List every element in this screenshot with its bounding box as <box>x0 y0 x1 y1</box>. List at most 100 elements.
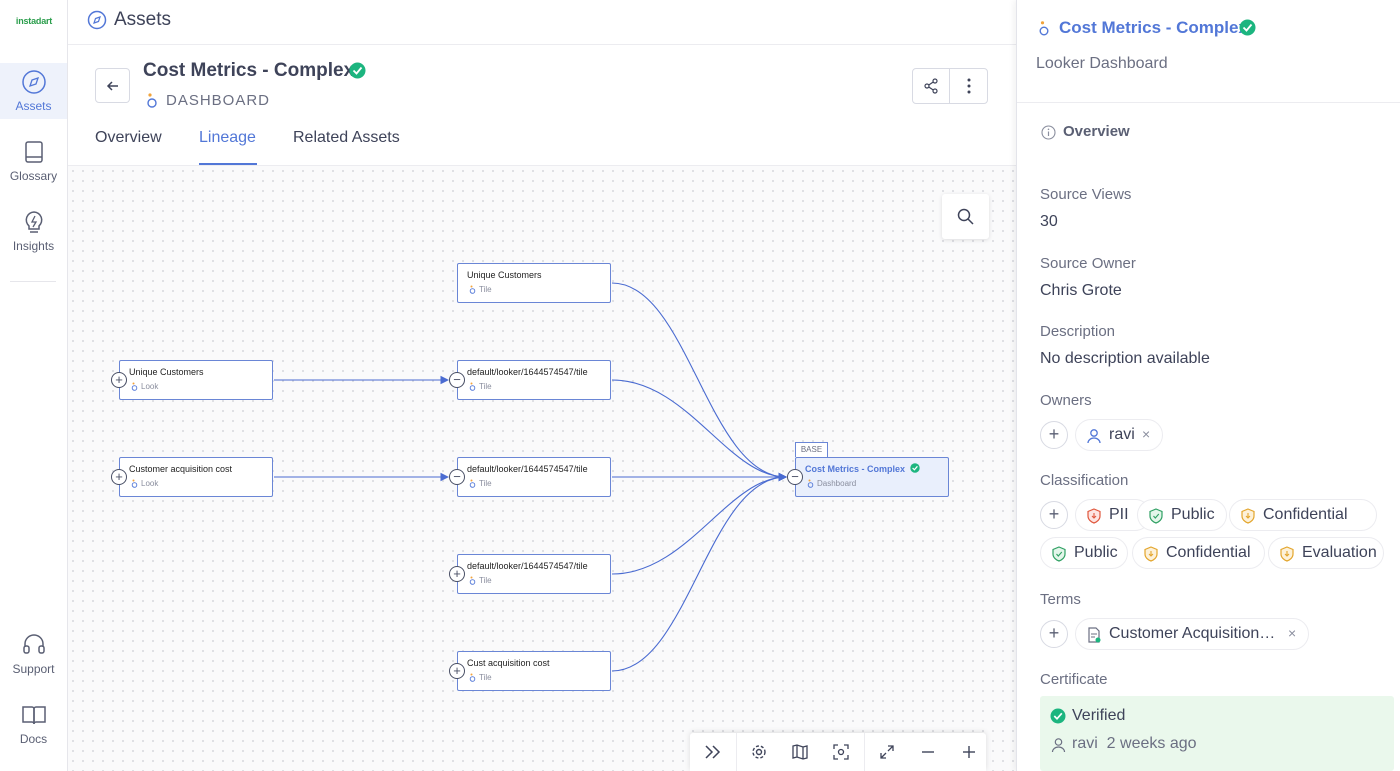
add-owner-button[interactable]: + <box>1040 421 1068 449</box>
source-owner-value: Chris Grote <box>1040 282 1122 299</box>
description-value[interactable]: No description available <box>1040 350 1210 368</box>
back-button[interactable] <box>95 68 130 103</box>
node-type: Dashboard <box>817 479 857 488</box>
panel-subtitle: Looker Dashboard <box>1036 55 1168 72</box>
shield-icon <box>1052 546 1066 562</box>
node-title: default/looker/1644574547/tile <box>467 367 588 377</box>
expand-upstream-button[interactable]: + <box>449 566 465 582</box>
expand-upstream-button[interactable]: + <box>449 663 465 679</box>
tab-related-assets[interactable]: Related Assets <box>293 129 400 147</box>
collapse-upstream-button[interactable]: − <box>787 469 803 485</box>
classification-label: Classification <box>1040 472 1129 489</box>
lineage-canvas[interactable]: Unique Customers Tile Unique Customers L… <box>68 166 1016 771</box>
zoom-out-button[interactable] <box>907 733 948 771</box>
terms-label: Terms <box>1040 591 1081 608</box>
compass-icon <box>87 10 107 30</box>
node-title: Customer acquisition cost <box>129 464 233 474</box>
canvas-toolbar <box>690 733 986 771</box>
nav-item-assets[interactable]: Assets <box>0 63 67 119</box>
classification-name: PII <box>1109 506 1129 523</box>
lineage-node[interactable]: Cust acquisition cost Tile <box>457 651 611 691</box>
nav-item-docs[interactable]: Docs <box>0 696 67 752</box>
classification-chip[interactable]: Public <box>1040 537 1128 569</box>
node-title: default/looker/1644574547/tile <box>467 464 588 474</box>
focus-icon <box>832 744 849 760</box>
certificate-user: ravi <box>1072 735 1098 752</box>
node-type: Tile <box>479 285 492 294</box>
open-book-icon <box>21 706 46 725</box>
owner-chip[interactable]: ravi × <box>1075 419 1163 451</box>
source-views-label: Source Views <box>1040 186 1132 203</box>
owners-label: Owners <box>1040 392 1092 409</box>
expand-upstream-button[interactable]: + <box>111 372 127 388</box>
remove-term-icon[interactable]: × <box>1288 625 1296 641</box>
add-classification-button[interactable]: + <box>1040 501 1068 529</box>
remove-owner-icon[interactable]: × <box>1142 426 1150 442</box>
share-icon <box>924 78 938 94</box>
shield-icon <box>1144 546 1158 562</box>
zoom-in-button[interactable] <box>948 733 989 771</box>
collapse-upstream-button[interactable]: − <box>449 469 465 485</box>
classification-chip[interactable]: Evaluation <box>1268 537 1384 569</box>
classification-chip[interactable]: Confidential <box>1229 499 1377 531</box>
fit-view-button[interactable] <box>820 733 861 771</box>
verified-icon <box>1050 708 1066 724</box>
owner-name: ravi <box>1109 426 1135 443</box>
lineage-node[interactable]: Unique Customers Look <box>119 360 273 400</box>
kebab-menu-icon <box>967 78 970 94</box>
nav-item-insights[interactable]: Insights <box>0 203 67 259</box>
shield-icon <box>1241 508 1255 524</box>
active-tab-indicator <box>199 163 257 165</box>
nav-item-support[interactable]: Support <box>0 626 67 682</box>
page-title: Assets <box>114 9 172 30</box>
lineage-node[interactable]: Unique Customers Tile <box>457 263 611 303</box>
node-title: Unique Customers <box>467 270 542 280</box>
classification-chip[interactable]: Confidential <box>1132 537 1265 569</box>
expand-icon <box>879 745 894 759</box>
verified-icon <box>1239 19 1256 36</box>
share-button[interactable] <box>913 69 950 103</box>
node-title: Cost Metrics - Complex <box>805 464 906 474</box>
certificate-box[interactable]: Verified ravi 2 weeks ago <box>1040 696 1394 771</box>
lineage-node[interactable]: default/looker/1644574547/tile Tile <box>457 360 611 400</box>
more-options-button[interactable] <box>950 69 987 103</box>
nav-label-support: Support <box>12 662 55 676</box>
compass-icon <box>21 70 46 94</box>
panel-title[interactable]: Cost Metrics - Complex <box>1059 18 1248 38</box>
looker-icon <box>1039 21 1049 36</box>
lineage-node[interactable]: Customer acquisition cost Look <box>119 457 273 497</box>
source-views-value: 30 <box>1040 213 1058 230</box>
nav-item-glossary[interactable]: Glossary <box>0 133 67 189</box>
expand-upstream-button[interactable]: + <box>111 469 127 485</box>
verified-icon <box>910 463 920 473</box>
shield-icon <box>1280 546 1294 562</box>
collapse-upstream-button[interactable]: − <box>449 372 465 388</box>
user-icon <box>1087 429 1101 444</box>
lineage-node[interactable]: default/looker/1644574547/tile Tile <box>457 457 611 497</box>
node-type: Tile <box>479 479 492 488</box>
term-chip[interactable]: Customer Acquisition… × <box>1075 618 1309 650</box>
gear-icon <box>751 745 766 759</box>
add-term-button[interactable]: + <box>1040 620 1068 648</box>
settings-button[interactable] <box>738 733 779 771</box>
lineage-base-node[interactable]: Cost Metrics - Complex Dashboard <box>795 457 949 497</box>
minimap-button[interactable] <box>779 733 820 771</box>
expand-panel-button[interactable] <box>692 733 733 771</box>
node-title: Unique Customers <box>129 367 204 377</box>
looker-icon <box>147 93 157 108</box>
app-logo[interactable]: instadart <box>0 16 68 26</box>
classification-name: Public <box>1074 544 1118 561</box>
node-type: Tile <box>479 382 492 391</box>
shield-icon <box>1149 508 1163 524</box>
lineage-node[interactable]: default/looker/1644574547/tile Tile <box>457 554 611 594</box>
fullscreen-button[interactable] <box>866 733 907 771</box>
classification-chip[interactable]: Public <box>1137 499 1227 531</box>
certificate-meta: ravi 2 weeks ago <box>1072 735 1197 753</box>
canvas-search-button[interactable] <box>942 194 989 239</box>
classification-name: Confidential <box>1166 544 1251 561</box>
header-actions <box>912 68 988 104</box>
tab-overview[interactable]: Overview <box>95 129 162 147</box>
glossary-term-icon <box>1088 627 1101 643</box>
verified-icon <box>349 62 366 79</box>
tab-lineage[interactable]: Lineage <box>199 129 256 147</box>
